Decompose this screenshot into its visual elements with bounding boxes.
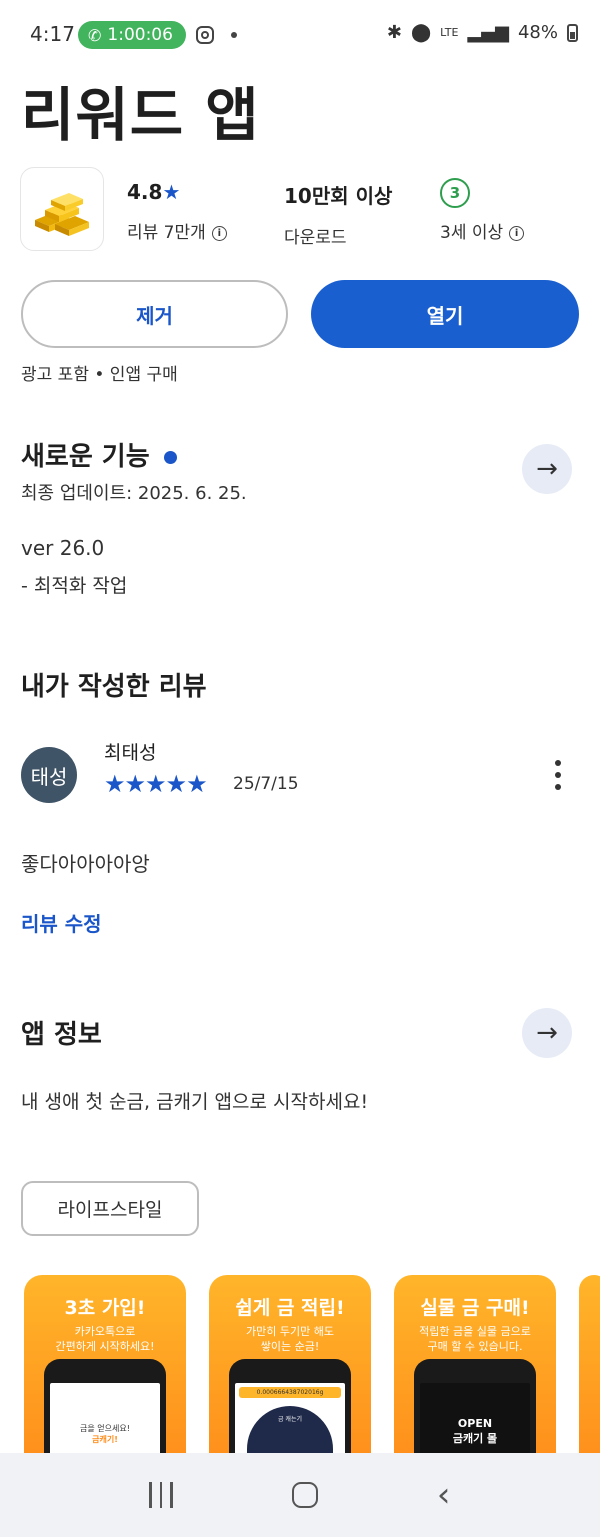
arrow-right-icon: → — [536, 1018, 558, 1048]
info-icon[interactable]: i — [509, 225, 525, 241]
open-button[interactable]: 열기 — [311, 280, 579, 348]
screen-text: 금캐기 몰 — [452, 1432, 498, 1445]
app-info-title[interactable]: 앱 정보 — [21, 1014, 102, 1051]
star-icon: ★ — [104, 770, 125, 798]
age-rating-label: 3세 이상 — [440, 223, 504, 243]
screenshot-subtitle: 쌓이는 순금! — [260, 1340, 320, 1353]
phone-icon: ✆ — [88, 25, 102, 45]
review-body: 좋다아아아아앙 — [21, 852, 150, 876]
downloads-label: 다운로드 — [284, 228, 347, 248]
star-icon: ★ — [145, 770, 166, 798]
screenshot-heading: 실물 금 구매! — [420, 1297, 530, 1319]
avatar: 태성 — [21, 747, 77, 803]
battery-text: 48% — [517, 22, 558, 43]
screenshot-subtitle: 간편하게 시작하세요! — [55, 1340, 155, 1353]
location-icon: ⬤ — [411, 22, 432, 43]
star-icon: ★ — [186, 770, 207, 798]
page-title: 리워드 앱 — [21, 81, 260, 149]
status-icons: ✱ ⬤ LTE ▂▄▆ 48% — [387, 22, 578, 43]
rating-stat[interactable]: 4.8★ 리뷰 7만개 i — [127, 180, 227, 243]
reviews-count: 리뷰 7만개 — [127, 223, 206, 243]
reviewer-name: 최태성 — [104, 742, 157, 764]
screenshot-card[interactable]: 실물 금 구매! 적립한 금을 실물 금으로 구매 할 수 있습니다. OPEN… — [394, 1275, 556, 1475]
star-icon: ★ — [124, 770, 146, 798]
app-info-arrow-button[interactable]: → — [522, 1008, 572, 1058]
app-icon — [20, 167, 104, 251]
whats-new-title[interactable]: 새로운 기능 — [21, 436, 177, 473]
screen-text: 0.000666438702016g — [239, 1387, 341, 1398]
whats-new-arrow-button[interactable]: → — [522, 444, 572, 494]
star-icon: ★ — [162, 180, 181, 204]
more-options-icon[interactable] — [548, 760, 568, 794]
home-icon[interactable] — [291, 1482, 318, 1508]
ads-note: 광고 포함 • 인앱 구매 — [21, 365, 178, 385]
screenshot-subtitle: 카카오톡으로 — [74, 1325, 136, 1338]
back-icon[interactable]: ‹ — [437, 1478, 451, 1512]
screenshot-heading: 쉽게 금 적립! — [235, 1297, 345, 1319]
bluetooth-icon: ✱ — [386, 22, 402, 43]
call-timer-pill[interactable]: ✆ 1:00:06 — [78, 21, 186, 49]
call-timer: 1:00:06 — [107, 25, 173, 45]
star-icon: ★ — [165, 770, 187, 798]
screenshot-heading: 3초 가입! — [64, 1297, 146, 1319]
screen-text: 금캐기! — [92, 1435, 118, 1444]
status-bar: 4:17 ✆ 1:00:06 ✱ ⬤ LTE ▂▄▆ 48% — [0, 0, 600, 70]
screenshot-subtitle: 적립한 금을 실물 금으로 — [419, 1325, 531, 1338]
instagram-icon — [196, 26, 214, 44]
screenshot-subtitle: 구매 할 수 있습니다. — [427, 1340, 523, 1353]
age-rating-stat[interactable]: 3 3세 이상 i — [440, 178, 525, 243]
update-note: - 최적화 작업 — [21, 575, 128, 597]
edit-review-link[interactable]: 리뷰 수정 — [21, 908, 102, 937]
rating-value: 4.8 — [127, 180, 163, 204]
version-text: ver 26.0 — [21, 536, 105, 560]
downloads-stat: 10만회 이상 다운로드 — [284, 180, 392, 248]
new-indicator-dot — [163, 451, 177, 464]
battery-icon — [567, 23, 578, 42]
status-time: 4:17 — [30, 22, 75, 46]
system-nav-bar: ‹ — [0, 1453, 600, 1537]
signal-icon: ▂▄▆ — [467, 22, 509, 43]
notification-dot-icon — [231, 32, 237, 38]
screenshot-card-partial[interactable] — [579, 1275, 600, 1475]
downloads-value: 10만회 이상 — [284, 184, 393, 208]
screenshot-card[interactable]: 3초 가입! 카카오톡으로 간편하게 시작하세요! 금을 얻으세요! 금캐기! — [24, 1275, 186, 1475]
last-updated: 최종 업데이트: 2025. 6. 25. — [21, 483, 247, 504]
my-review-title: 내가 작성한 리뷰 — [21, 672, 207, 702]
recent-apps-icon[interactable] — [149, 1482, 173, 1508]
screen-text: 금을 얻으세요! — [80, 1424, 130, 1433]
screenshot-subtitle: 가만히 두기만 해도 — [246, 1325, 334, 1338]
app-description: 내 생애 첫 순금, 금캐기 앱으로 시작하세요! — [21, 1091, 369, 1113]
review-stars: ★★★★★ — [104, 770, 208, 798]
category-chip[interactable]: 라이프스타일 — [21, 1181, 199, 1236]
lte-icon: LTE — [440, 25, 459, 39]
remove-button[interactable]: 제거 — [21, 280, 288, 348]
screen-text: OPEN — [457, 1417, 493, 1430]
arrow-right-icon: → — [536, 454, 558, 484]
review-date: 25/7/15 — [233, 774, 299, 794]
whats-new-title-text: 새로운 기능 — [21, 442, 150, 472]
age-rating-badge: 3 — [440, 178, 470, 208]
info-icon[interactable]: i — [211, 225, 227, 241]
screenshot-card[interactable]: 쉽게 금 적립! 가만히 두기만 해도 쌓이는 순금! 0.0006664387… — [209, 1275, 371, 1475]
gold-bars-icon — [35, 193, 89, 236]
